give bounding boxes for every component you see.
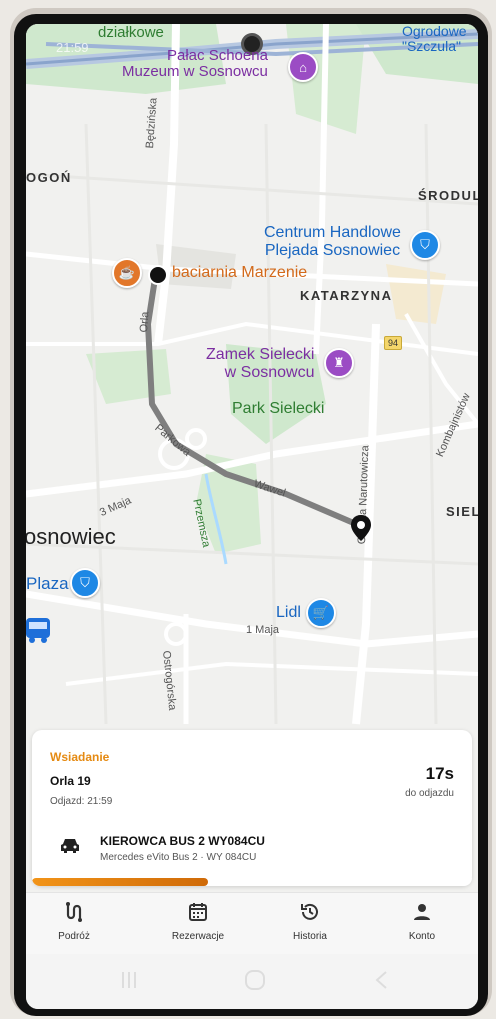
history-icon — [301, 903, 318, 920]
poi-centrum-handlowe[interactable]: Centrum Handlowe Plejada Sosnowiec — [264, 224, 401, 260]
route-number-badge: 94 — [384, 336, 403, 350]
nav-tab-historia[interactable]: Historia — [270, 901, 350, 942]
poi-lidl[interactable]: Lidl — [276, 604, 301, 622]
poi-kawiarnia[interactable]: baciarnia Marzenie — [172, 264, 307, 282]
poi-palac-schoena[interactable]: Pałac Schoena Muzeum w Sosnowcu — [122, 48, 268, 80]
phone-screen: 21:59 OGOŃ ŚRODUL KATARZYNA SIEL osnowie… — [26, 24, 478, 1009]
museum-icon[interactable]: ⌂ — [288, 52, 318, 82]
shopping-bag-icon[interactable]: ⛉ — [70, 568, 100, 598]
route-start-marker[interactable] — [148, 265, 168, 285]
nav-tab-konto[interactable]: Konto — [382, 901, 462, 942]
countdown-label: do odjazdu — [405, 788, 454, 799]
nav-label: Rezerwacje — [171, 931, 225, 942]
back-icon[interactable] — [374, 970, 388, 995]
cart-icon[interactable]: 🛒 — [306, 598, 336, 628]
poi-ogrodowe: Ogrodowe "Szczula" — [402, 24, 467, 54]
nav-label: Podróż — [58, 931, 90, 942]
poi-park-sielecki: Park Sielecki — [232, 400, 325, 417]
vehicle-info: Mercedes eVito Bus 2 · WY 084CU — [100, 852, 257, 863]
ride-status-label: Wsiadanie — [50, 750, 110, 764]
car-icon — [60, 838, 80, 854]
cafe-icon[interactable]: ☕ — [112, 258, 142, 288]
driver-name: KIEROWCA BUS 2 WY084CU — [100, 834, 265, 848]
area-label-ogon: OGOŃ — [26, 170, 72, 185]
area-label-siel: SIEL — [446, 504, 478, 519]
calendar-icon — [189, 903, 207, 921]
ride-status-card: Wsiadanie Orla 19 Odjazd: 21:59 17s do o… — [32, 730, 472, 886]
nav-tab-podroz[interactable]: Podróż — [34, 901, 114, 942]
countdown-value: 17s — [425, 764, 454, 783]
castle-icon[interactable]: ♜ — [324, 348, 354, 378]
street-orla: Orla — [138, 311, 152, 333]
person-icon — [414, 904, 430, 920]
pickup-stop-name: Orla 19 — [50, 774, 91, 788]
boarding-progress-fill — [32, 878, 208, 886]
city-label-sosnowiec: osnowiec — [26, 524, 116, 549]
nav-label: Konto — [408, 931, 436, 942]
boarding-progress-bar — [32, 878, 472, 886]
status-time: 21:59 — [56, 40, 89, 55]
area-label-srodula: ŚRODUL — [418, 188, 478, 203]
departure-time: Odjazd: 21:59 — [50, 796, 113, 807]
nav-tab-rezerwacje[interactable]: Rezerwacje — [158, 901, 238, 942]
area-label-katarzyna: KATARZYNA — [300, 288, 393, 303]
poi-dzialkowe: działkowe — [98, 24, 164, 41]
poi-plaza[interactable]: Plaza — [26, 574, 69, 594]
shopping-bag-icon[interactable]: ⛉ — [410, 230, 440, 260]
poi-zamek-sielecki[interactable]: Zamek Sielecki w Sosnowcu — [206, 346, 314, 382]
bottom-navigation: Podróż Rezerwacje Historia Konto — [26, 892, 478, 955]
street-1-maja: 1 Maja — [246, 624, 280, 636]
route-icon — [66, 902, 82, 922]
home-icon[interactable] — [244, 970, 266, 995]
recent-apps-icon[interactable] — [120, 970, 138, 995]
system-navigation-bar — [26, 954, 478, 1009]
nav-label: Historia — [293, 931, 327, 942]
